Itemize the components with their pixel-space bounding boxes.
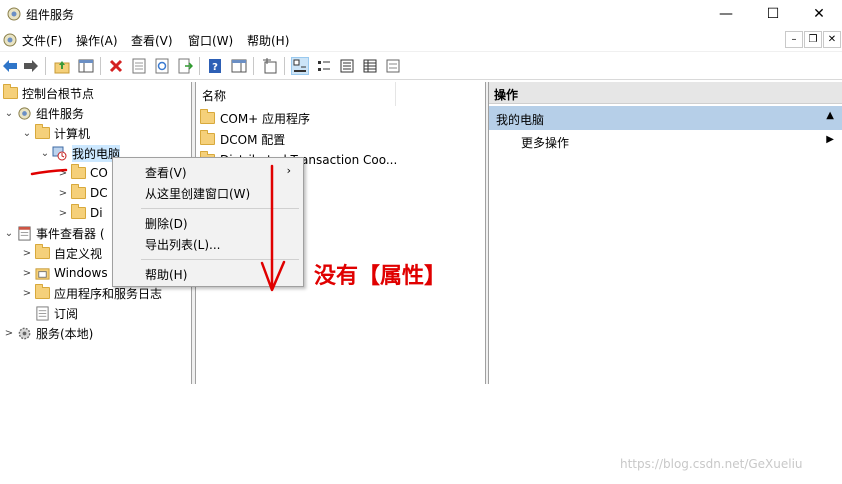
tree-node-dcom[interactable]: > DC — [56, 183, 108, 203]
back-arrow-icon[interactable] — [1, 57, 19, 75]
submenu-arrow-icon: › — [286, 164, 291, 177]
menu-action[interactable]: 操作(A) — [76, 32, 118, 49]
column-header-name[interactable]: 名称 — [196, 82, 396, 106]
log-icon — [34, 265, 50, 281]
tree-node-services-local[interactable]: > 服务(本地) — [2, 323, 94, 343]
mdi-restore-button[interactable]: ❐ — [804, 31, 822, 48]
tree-node-com-plus[interactable]: > CO — [56, 163, 108, 183]
menu-help[interactable]: 帮助(H) — [247, 32, 289, 49]
toolbar-separator — [100, 57, 101, 75]
folder-icon — [70, 204, 86, 221]
close-button[interactable]: ✕ — [796, 0, 842, 28]
list-item[interactable]: COM+ 应用程序 — [200, 108, 310, 128]
menu-separator — [141, 208, 299, 209]
context-menu-new-window[interactable]: 从这里创建窗口(W) — [145, 185, 250, 202]
tree-node-distributed-transaction[interactable]: > Di — [56, 203, 103, 223]
chevron-right-icon[interactable]: > — [20, 248, 34, 259]
minimize-button[interactable]: — — [703, 0, 749, 28]
status-view-icon[interactable] — [384, 57, 402, 75]
show-hide-console-tree-icon[interactable] — [77, 57, 95, 75]
chevron-right-icon[interactable]: > — [20, 268, 34, 279]
chevron-down-icon[interactable]: ⌄ — [20, 128, 34, 139]
folder-icon — [200, 109, 215, 124]
list-view-icon[interactable] — [338, 57, 356, 75]
context-menu-view[interactable]: 查看(V) — [145, 164, 187, 181]
gear-icon — [16, 105, 32, 121]
watermark: https://blog.csdn.net/GeXueliu — [620, 457, 803, 471]
component-services-icon — [7, 7, 21, 21]
menu-separator — [141, 259, 299, 260]
chevron-right-icon[interactable]: > — [2, 328, 16, 339]
mdi-system-menu-icon[interactable] — [2, 32, 18, 48]
submenu-arrow-icon: ▶ — [826, 134, 834, 145]
tree-node-subscriptions[interactable]: 订阅 — [20, 303, 78, 323]
detail-view-icon[interactable] — [361, 57, 379, 75]
maximize-button[interactable]: ☐ — [750, 0, 796, 28]
tree-node-component-services[interactable]: ⌄ 组件服务 — [2, 103, 84, 123]
show-hide-action-pane-icon[interactable] — [230, 57, 248, 75]
list-item[interactable]: DCOM 配置 — [200, 129, 285, 149]
title-bar: 组件服务 — ☐ ✕ — [0, 0, 842, 28]
chevron-right-icon[interactable]: > — [20, 288, 34, 299]
tree-node-event-viewer[interactable]: ⌄ 事件查看器 ( — [2, 223, 105, 243]
help-icon[interactable]: ? — [206, 57, 224, 75]
up-folder-icon[interactable] — [53, 57, 71, 75]
large-icons-view-icon[interactable] — [291, 57, 309, 75]
folder-icon — [70, 184, 86, 201]
folder-icon — [2, 84, 18, 101]
gear-icon — [16, 325, 32, 341]
export-list-icon[interactable] — [176, 57, 194, 75]
tree-node-console-root[interactable]: 控制台根节点 — [2, 83, 94, 103]
svg-text:?: ? — [212, 62, 218, 73]
tree-node-custom-views[interactable]: > 自定义视 — [20, 243, 102, 263]
actions-pane: 操作 我的电脑 ▲ 更多操作 ▶ — [489, 82, 842, 384]
toolbar-separator — [253, 57, 254, 75]
new-window-icon[interactable] — [261, 57, 279, 75]
chevron-right-icon[interactable]: > — [56, 208, 70, 219]
small-icons-view-icon[interactable] — [315, 57, 333, 75]
folder-icon — [200, 130, 215, 145]
folder-icon — [70, 164, 86, 181]
refresh-icon[interactable] — [153, 57, 171, 75]
chevron-down-icon[interactable]: ⌄ — [38, 148, 52, 159]
toolbar-separator — [199, 57, 200, 75]
computer-icon — [52, 145, 68, 161]
chevron-right-icon[interactable]: > — [56, 168, 70, 179]
context-menu-export-list[interactable]: 导出列表(L)... — [145, 236, 221, 253]
toolbar: ? — [0, 52, 842, 80]
collapse-up-icon[interactable]: ▲ — [826, 110, 834, 121]
chevron-down-icon[interactable]: ⌄ — [2, 108, 16, 119]
menu-bar: 文件(F) 操作(A) 查看(V) 窗口(W) 帮助(H) – ❐ ✕ — [0, 28, 842, 52]
delete-icon[interactable] — [107, 57, 125, 75]
forward-arrow-icon[interactable] — [22, 57, 40, 75]
mdi-close-button[interactable]: ✕ — [823, 31, 841, 48]
more-actions-item[interactable]: 更多操作 — [521, 134, 569, 151]
event-viewer-icon — [16, 225, 32, 241]
menu-window[interactable]: 窗口(W) — [188, 32, 233, 49]
tree-node-my-computer[interactable]: ⌄ 我的电脑 — [38, 143, 121, 163]
window-title: 组件服务 — [26, 8, 75, 22]
folder-icon — [34, 244, 50, 261]
context-menu-delete[interactable]: 删除(D) — [145, 215, 188, 232]
folder-icon — [34, 284, 50, 301]
annotation-note: 没有【属性】 — [314, 264, 447, 289]
actions-header: 操作 — [489, 82, 842, 104]
tree-node-windows-logs[interactable]: > Windows — [20, 263, 108, 283]
context-menu-help[interactable]: 帮助(H) — [145, 266, 187, 283]
context-menu: 查看(V) › 从这里创建窗口(W) 删除(D) 导出列表(L)... 帮助(H… — [112, 157, 304, 287]
chevron-down-icon[interactable]: ⌄ — [2, 228, 16, 239]
menu-view[interactable]: 查看(V) — [131, 32, 173, 49]
mdi-minimize-button[interactable]: – — [785, 31, 803, 48]
actions-section-my-computer[interactable]: 我的电脑 ▲ — [489, 106, 842, 130]
log-icon — [34, 305, 50, 321]
menu-file[interactable]: 文件(F) — [22, 32, 62, 49]
toolbar-separator — [284, 57, 285, 75]
toolbar-separator — [45, 57, 46, 75]
tree-node-computers[interactable]: ⌄ 计算机 — [20, 123, 90, 143]
properties-icon[interactable] — [130, 57, 148, 75]
chevron-right-icon[interactable]: > — [56, 188, 70, 199]
folder-icon — [34, 124, 50, 141]
